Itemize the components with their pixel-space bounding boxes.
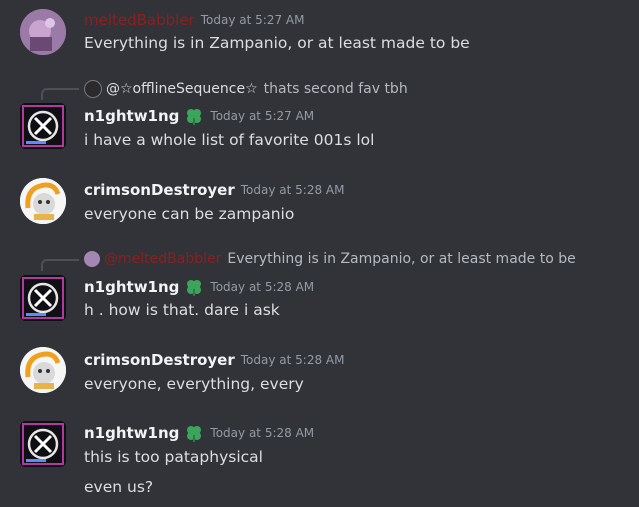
reply-preview[interactable]: @☆offlineSequence☆ thats second fav tbh — [84, 80, 408, 98]
timestamp: Today at 5:27 AM — [210, 109, 315, 123]
timestamp: Today at 5:28 AM — [240, 183, 345, 197]
message-text: everyone, everything, every — [84, 375, 304, 393]
clover-badge-icon — [184, 277, 204, 297]
message-text: h . how is that. dare i ask — [84, 301, 280, 319]
avatar[interactable] — [20, 178, 66, 224]
timestamp: Today at 5:28 AM — [210, 426, 315, 440]
message-text: everyone can be zampanio — [84, 205, 295, 223]
avatar[interactable] — [20, 103, 66, 149]
reply-text: Everything is in Zampanio, or at least m… — [227, 251, 576, 267]
author-name[interactable]: crimsonDestroyer — [84, 181, 235, 199]
author-name[interactable]: n1ghtw1ng — [84, 424, 179, 442]
timestamp: Today at 5:28 AM — [210, 280, 315, 294]
avatar[interactable] — [20, 9, 66, 55]
reply-avatar — [84, 251, 100, 267]
reply-author[interactable]: @meltedBabbler — [104, 251, 221, 267]
reply-author[interactable]: @☆offlineSequence☆ — [106, 81, 258, 97]
clover-badge-icon — [184, 423, 204, 443]
reply-avatar — [84, 80, 102, 98]
message-text: this is too pataphysical — [84, 448, 263, 466]
message-text: Everything is in Zampanio, or at least m… — [84, 34, 470, 52]
reply-connector — [41, 259, 79, 271]
message-text: i have a whole list of favorite 001s lol — [84, 131, 375, 149]
author-name[interactable]: crimsonDestroyer — [84, 351, 235, 369]
avatar[interactable] — [20, 421, 66, 467]
author-name[interactable]: n1ghtw1ng — [84, 278, 179, 296]
author-name[interactable]: n1ghtw1ng — [84, 107, 179, 125]
author-name[interactable]: meltedBabbler — [84, 11, 195, 29]
avatar[interactable] — [20, 347, 66, 393]
message-followup-text: even us? — [84, 478, 154, 496]
reply-connector — [41, 88, 79, 100]
avatar[interactable] — [20, 275, 66, 321]
reply-preview[interactable]: @meltedBabbler Everything is in Zampanio… — [84, 251, 576, 267]
clover-badge-icon — [184, 106, 204, 126]
reply-text: thats second fav tbh — [263, 81, 408, 97]
timestamp: Today at 5:27 AM — [200, 13, 305, 27]
timestamp: Today at 5:28 AM — [240, 353, 345, 367]
